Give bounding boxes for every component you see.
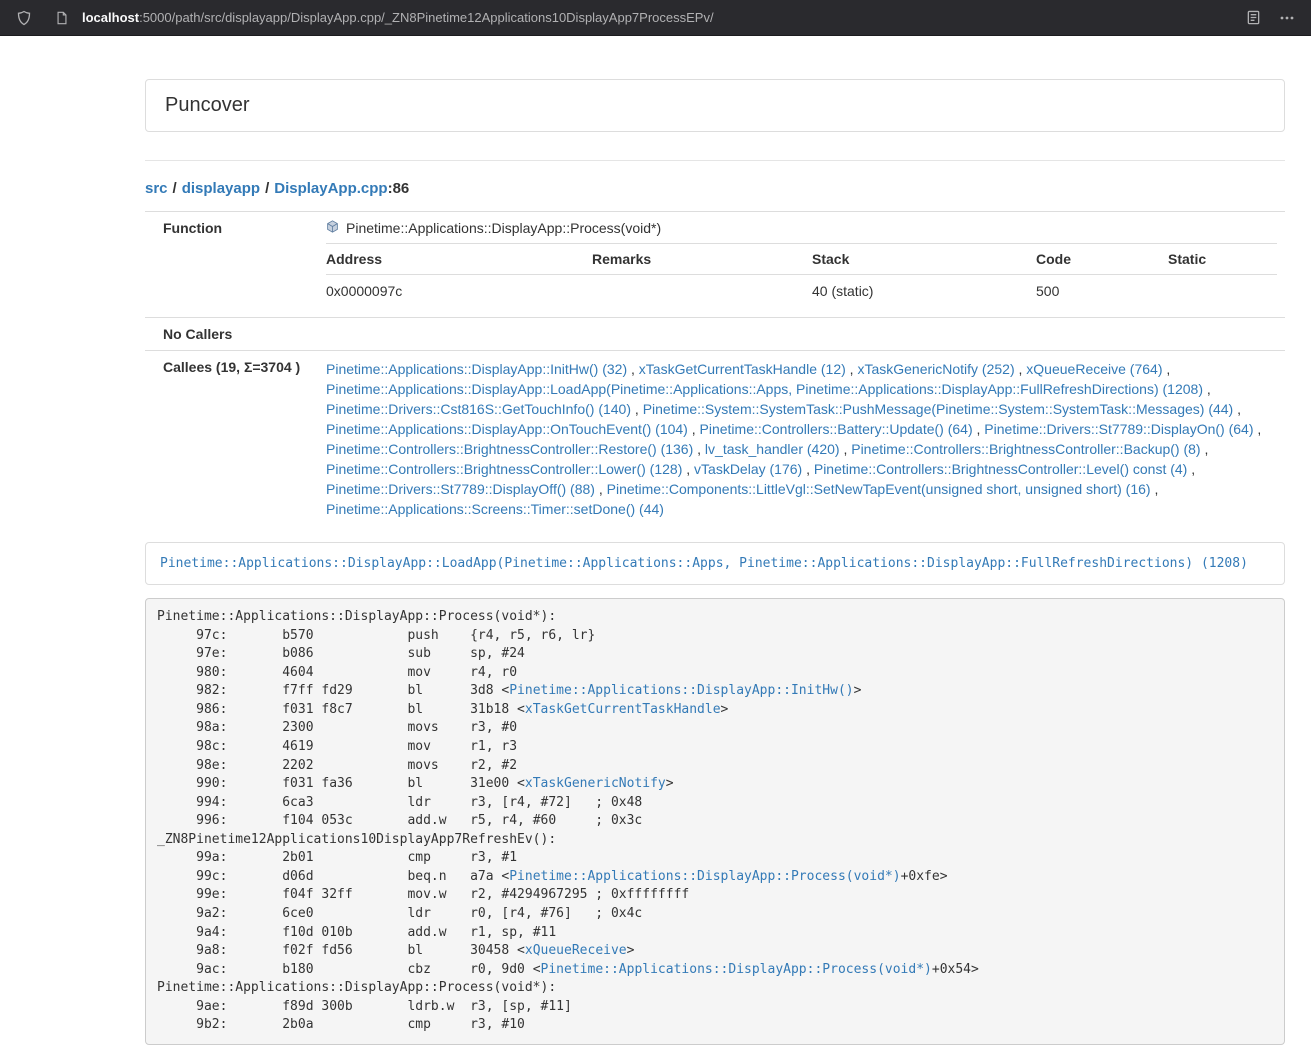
breadcrumb-link-displayapp[interactable]: displayapp: [182, 180, 260, 197]
column-code: Code: [1036, 244, 1168, 275]
remarks-value: [592, 275, 812, 310]
disasm-symbol-link[interactable]: xTaskGenericNotify: [525, 776, 666, 791]
callees-list: Pinetime::Applications::DisplayApp::Init…: [318, 351, 1285, 528]
callee-link[interactable]: Pinetime::Applications::DisplayApp::Load…: [326, 381, 1203, 397]
disassembly: Pinetime::Applications::DisplayApp::Proc…: [145, 598, 1285, 1045]
breadcrumb-link-file[interactable]: DisplayApp.cpp: [274, 180, 387, 197]
symbol-metrics-table: Address Remarks Stack Code Static 0x0000…: [326, 243, 1277, 309]
function-label: Function: [145, 212, 318, 318]
callee-link[interactable]: Pinetime::Applications::DisplayApp::Init…: [326, 361, 627, 377]
no-callers-label: No Callers: [145, 318, 318, 351]
function-row: Function Pinetime::Applications::Display…: [145, 212, 1285, 318]
column-static: Static: [1168, 244, 1277, 275]
callee-link[interactable]: Pinetime::System::SystemTask::PushMessag…: [643, 401, 1234, 417]
callee-link[interactable]: Pinetime::Controllers::BrightnessControl…: [326, 461, 682, 477]
callee-link[interactable]: Pinetime::Applications::Screens::Timer::…: [326, 501, 664, 517]
no-callers-row: No Callers: [145, 318, 1285, 351]
callee-link[interactable]: Pinetime::Drivers::Cst816S::GetTouchInfo…: [326, 401, 631, 417]
callees-label: Callees (19, Σ=3704 ): [145, 351, 318, 528]
shield-icon[interactable]: [12, 6, 36, 30]
disasm-symbol-link[interactable]: Pinetime::Applications::DisplayApp::Init…: [509, 683, 853, 698]
address-value: 0x0000097c: [326, 275, 592, 310]
function-icon: [326, 220, 339, 236]
column-remarks: Remarks: [592, 244, 812, 275]
reader-mode-icon[interactable]: [1241, 6, 1265, 30]
callees-row: Callees (19, Σ=3704 ) Pinetime::Applicat…: [145, 351, 1285, 528]
highlighted-symbol: Pinetime::Applications::DisplayApp::Load…: [145, 542, 1285, 585]
no-callers-cell: [318, 318, 1285, 351]
url-path: :5000/path/src/displayapp/DisplayApp.cpp…: [139, 10, 714, 25]
column-address: Address: [326, 244, 592, 275]
callee-link[interactable]: Pinetime::Drivers::St7789::DisplayOn() (…: [984, 421, 1253, 437]
app-title: Puncover: [145, 79, 1285, 132]
code-value: 500: [1036, 275, 1168, 310]
callee-link[interactable]: lv_task_handler (420): [705, 441, 840, 457]
disasm-symbol-link[interactable]: xTaskGetCurrentTaskHandle: [525, 702, 721, 717]
callee-link[interactable]: Pinetime::Controllers::BrightnessControl…: [326, 441, 693, 457]
callee-link[interactable]: Pinetime::Drivers::St7789::DisplayOff() …: [326, 481, 595, 497]
breadcrumb-separator: /: [173, 180, 177, 197]
breadcrumb-separator: /: [265, 180, 269, 197]
callee-link[interactable]: Pinetime::Applications::DisplayApp::OnTo…: [326, 421, 688, 437]
callee-link[interactable]: Pinetime::Controllers::BrightnessControl…: [814, 461, 1187, 477]
highlighted-symbol-link[interactable]: Pinetime::Applications::DisplayApp::Load…: [160, 556, 1248, 571]
disasm-symbol-link[interactable]: Pinetime::Applications::DisplayApp::Proc…: [509, 869, 900, 884]
disasm-symbol-link[interactable]: Pinetime::Applications::DisplayApp::Proc…: [541, 962, 932, 977]
function-cell: Pinetime::Applications::DisplayApp::Proc…: [318, 212, 1285, 318]
address-bar[interactable]: localhost:5000/path/src/displayapp/Displ…: [82, 10, 1241, 25]
callee-link[interactable]: Pinetime::Controllers::Battery::Update()…: [700, 421, 973, 437]
static-value: [1168, 275, 1277, 310]
callee-link[interactable]: xQueueReceive (764): [1026, 361, 1162, 377]
disasm-symbol-link[interactable]: xQueueReceive: [525, 943, 627, 958]
browser-toolbar: localhost:5000/path/src/displayapp/Displ…: [0, 0, 1311, 36]
stack-value: 40 (static): [812, 275, 1036, 310]
symbol-table: Function Pinetime::Applications::Display…: [145, 211, 1285, 527]
breadcrumb-line-number: :86: [388, 180, 410, 197]
breadcrumb: src / displayapp / DisplayApp.cpp:86: [145, 180, 1285, 197]
symbol-metrics-row: 0x0000097c 40 (static) 500: [326, 275, 1277, 310]
breadcrumb-link-src[interactable]: src: [145, 180, 168, 197]
function-name: Pinetime::Applications::DisplayApp::Proc…: [346, 220, 661, 236]
page-container: Puncover src / displayapp / DisplayApp.cpp:8…: [145, 79, 1285, 1045]
overflow-menu-icon[interactable]: [1275, 6, 1299, 30]
column-stack: Stack: [812, 244, 1036, 275]
callee-link[interactable]: xTaskGenericNotify (252): [857, 361, 1014, 377]
callee-link[interactable]: Pinetime::Controllers::BrightnessControl…: [851, 441, 1200, 457]
page-info-icon[interactable]: [50, 6, 74, 30]
divider: [145, 160, 1285, 161]
callee-link[interactable]: vTaskDelay (176): [694, 461, 802, 477]
url-host: localhost: [82, 10, 139, 25]
callee-link[interactable]: xTaskGetCurrentTaskHandle (12): [639, 361, 846, 377]
callee-link[interactable]: Pinetime::Components::LittleVgl::SetNewT…: [607, 481, 1151, 497]
